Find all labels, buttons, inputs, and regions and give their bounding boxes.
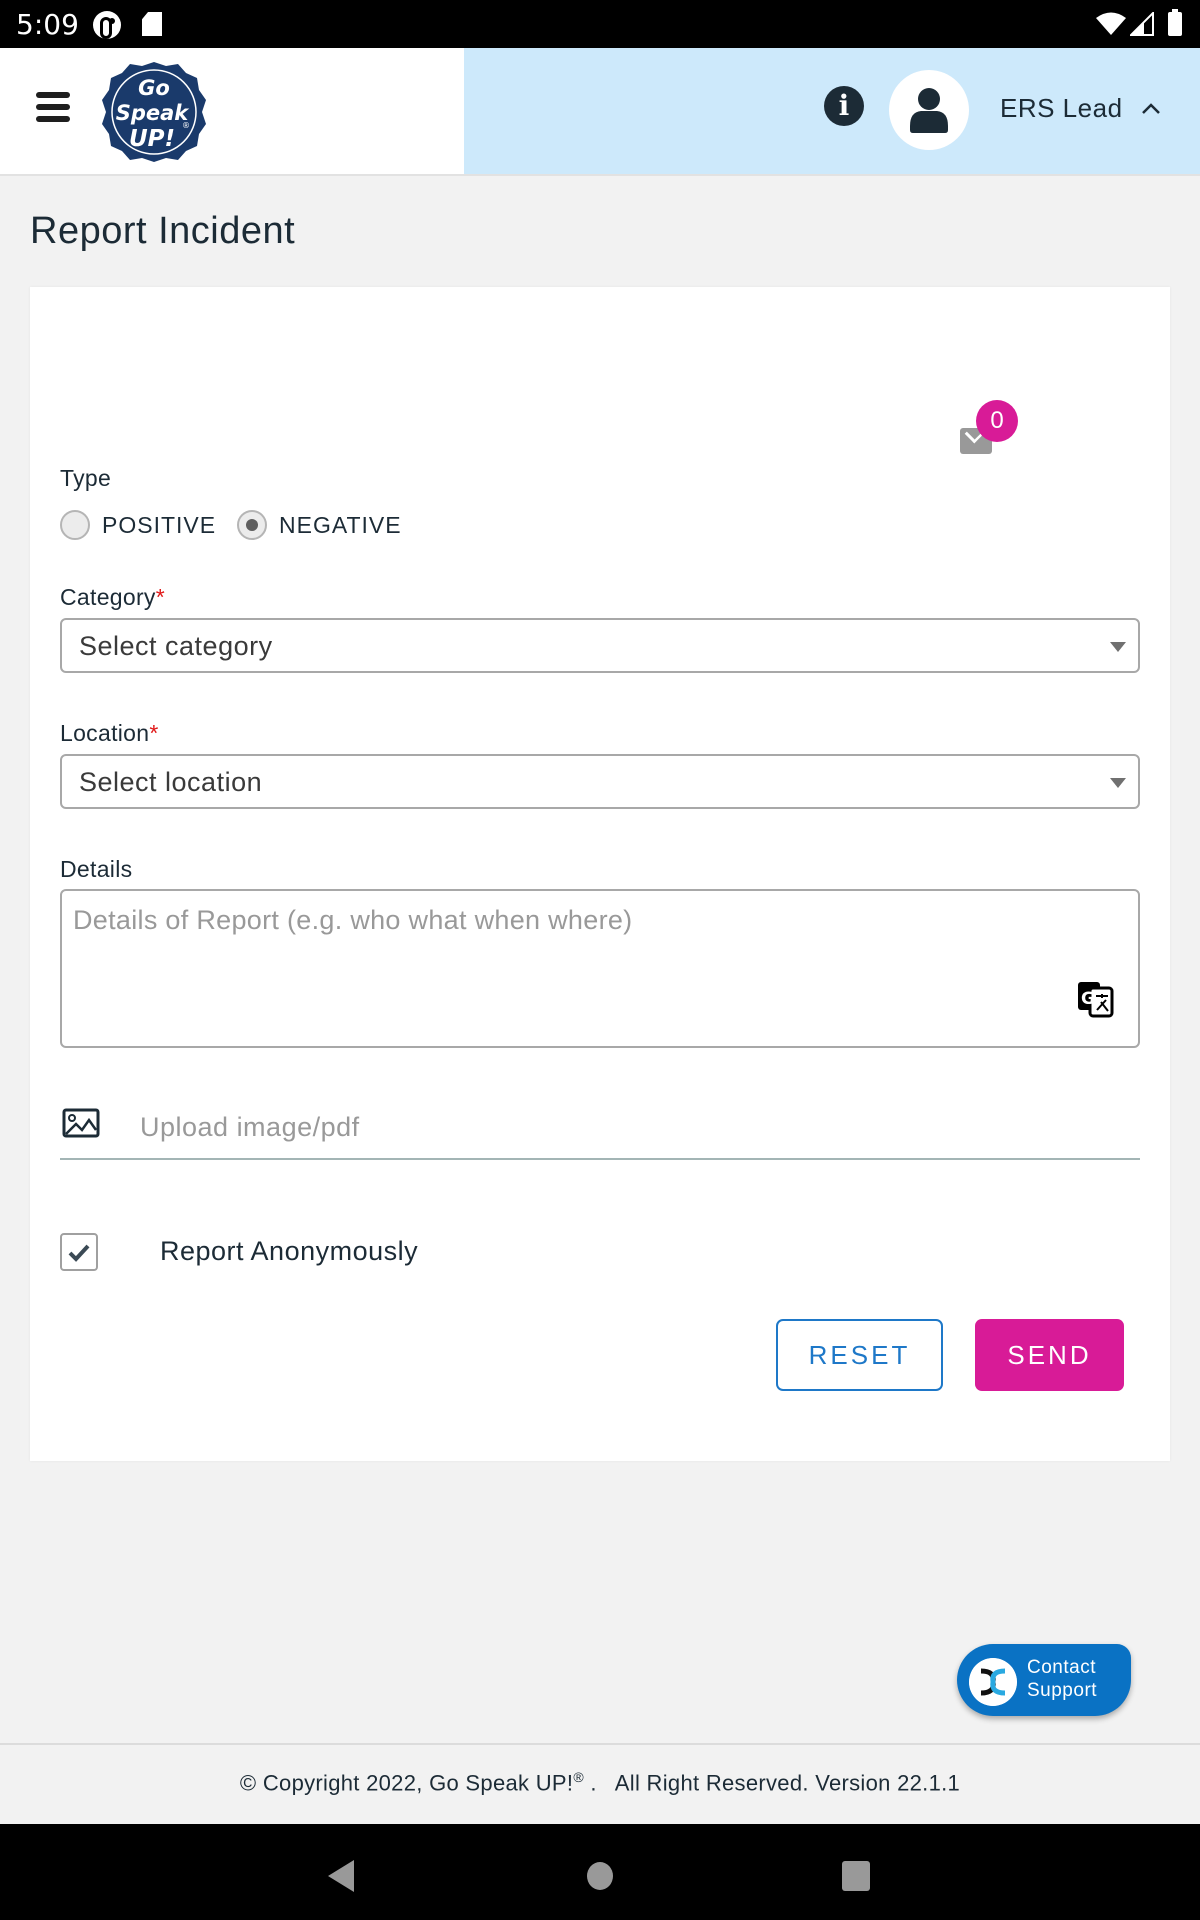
dropdown-caret-icon <box>1110 642 1126 652</box>
category-select-value: Select category <box>79 631 273 661</box>
app-header: Go Speak UP! ® i ERS Lead <box>0 48 1200 176</box>
user-icon <box>910 88 948 133</box>
required-mark: * <box>149 720 159 746</box>
info-icon[interactable]: i <box>824 86 864 126</box>
upload-placeholder: Upload image/pdf <box>140 1112 360 1142</box>
footer-reg-mark: ® <box>573 1769 584 1785</box>
battery-icon <box>1168 9 1182 36</box>
logo-text-up: UP! <box>129 126 175 152</box>
sd-card-icon <box>142 12 162 36</box>
report-anonymously-checkbox[interactable] <box>60 1233 98 1271</box>
report-form-card <box>30 287 1170 1461</box>
details-textarea[interactable]: Details of Report (e.g. who what when wh… <box>60 889 1140 1048</box>
location-select[interactable]: Select location <box>60 754 1140 809</box>
image-icon <box>62 1108 100 1138</box>
radio-negative[interactable]: NEGATIVE <box>237 508 402 542</box>
wifi-icon <box>1096 12 1126 35</box>
radio-positive-label: POSITIVE <box>102 511 217 538</box>
status-time: 5:09 <box>16 8 79 41</box>
location-label: Location* <box>60 720 159 747</box>
radio-positive[interactable]: POSITIVE <box>60 508 216 542</box>
notification-c-icon <box>93 11 121 39</box>
radio-circle <box>60 510 90 540</box>
footer: © Copyright 2022, Go Speak UP!® . All Ri… <box>0 1743 1200 1824</box>
category-label: Category* <box>60 584 165 611</box>
reset-button[interactable]: RESET <box>776 1319 943 1391</box>
footer-rights-version: . All Right Reserved. Version 22.1.1 <box>583 1770 961 1796</box>
details-placeholder: Details of Report (e.g. who what when wh… <box>73 905 633 935</box>
send-button[interactable]: SEND <box>975 1319 1124 1391</box>
chevron-up-icon <box>1141 103 1160 114</box>
logo-text-go: Go <box>138 76 170 100</box>
required-mark: * <box>155 584 165 610</box>
support-logo-icon <box>969 1658 1017 1706</box>
system-nav-bar <box>0 1824 1200 1920</box>
category-label-text: Category <box>60 584 156 610</box>
contact-support-line1: Contact <box>1027 1657 1096 1678</box>
upload-field[interactable]: Upload image/pdf <box>60 1098 1140 1160</box>
hamburger-menu-icon[interactable] <box>36 92 76 128</box>
footer-copyright: © Copyright 2022, Go Speak UP!® . All Ri… <box>0 1769 1200 1796</box>
category-select[interactable]: Select category <box>60 618 1140 673</box>
location-label-text: Location <box>60 720 150 746</box>
back-icon[interactable] <box>328 1860 354 1892</box>
checkmark-icon <box>68 1244 90 1262</box>
svg-text:G: G <box>1081 989 1095 1009</box>
user-menu[interactable]: ERS Lead <box>1000 88 1161 128</box>
status-bar: 5:09 <box>0 0 1200 48</box>
google-translate-icon[interactable]: G <box>1076 980 1116 1018</box>
radio-circle-selected <box>237 510 267 540</box>
radio-negative-label: NEGATIVE <box>279 511 402 538</box>
report-anonymously-label: Report Anonymously <box>160 1236 419 1266</box>
user-name: ERS Lead <box>1000 92 1123 123</box>
go-speak-up-logo[interactable]: Go Speak UP! ® <box>100 60 208 164</box>
contact-support-line2: Support <box>1027 1680 1098 1701</box>
page-title: Report Incident <box>30 210 296 252</box>
logo-reg-mark: ® <box>182 121 190 130</box>
location-select-value: Select location <box>79 767 263 797</box>
avatar[interactable] <box>889 70 969 150</box>
details-label: Details <box>60 856 133 882</box>
footer-copyright-text: © Copyright 2022, Go Speak UP! <box>239 1770 574 1796</box>
recents-icon[interactable] <box>842 1861 870 1891</box>
mail-indicator[interactable]: 0 <box>958 400 1018 460</box>
contact-support-button[interactable]: Contact Support <box>957 1644 1131 1716</box>
type-label: Type <box>60 465 112 491</box>
home-icon[interactable] <box>587 1862 613 1890</box>
cell-signal-icon <box>1130 12 1154 36</box>
mail-count-badge: 0 <box>976 400 1018 442</box>
dropdown-caret-icon <box>1110 778 1126 788</box>
logo-text-speak: Speak <box>116 101 191 125</box>
contact-support-label: Contact Support <box>1027 1656 1097 1702</box>
